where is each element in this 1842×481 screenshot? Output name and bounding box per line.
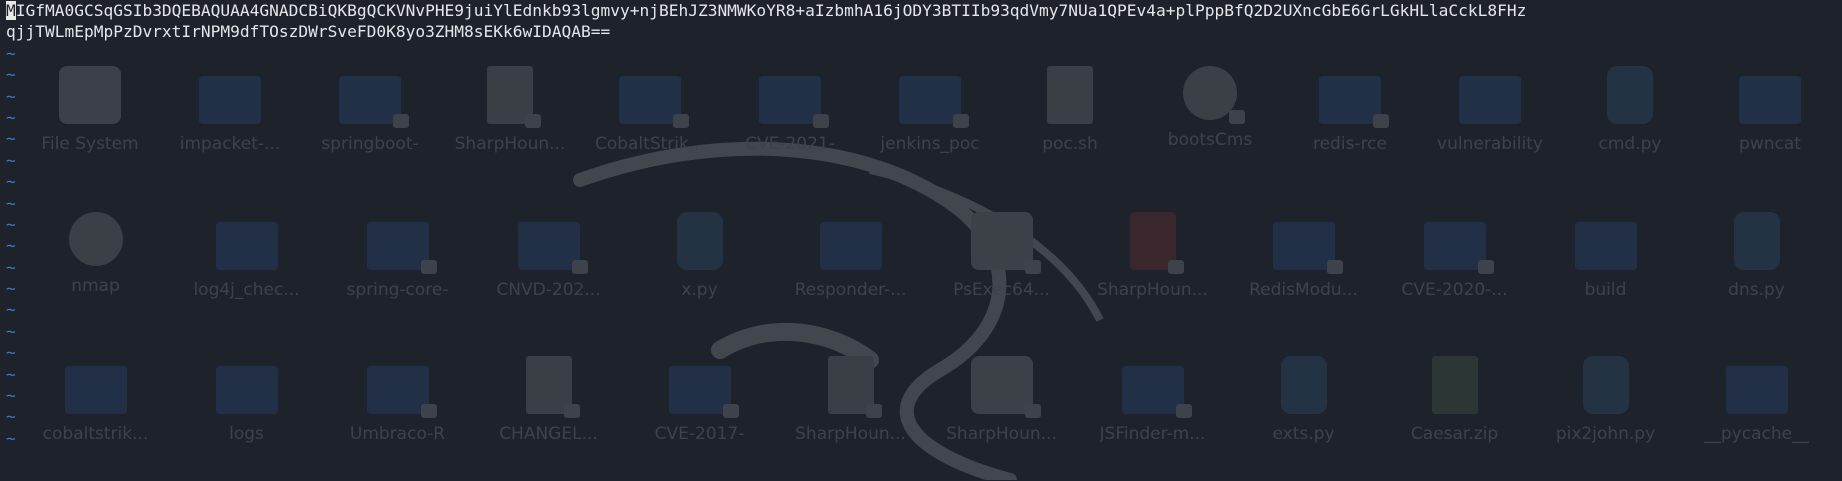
tilde-marker: ~ <box>6 364 16 384</box>
tilde-marker: ~ <box>6 321 16 341</box>
terminal-window[interactable]: File System impacket-... springboot- SharpH… <box>0 0 1842 481</box>
tilde-marker: ~ <box>6 172 16 192</box>
tilde-marker: ~ <box>6 407 16 427</box>
editor-line-1[interactable]: MIGfMA0GCSqGSIb3DQEBAQUAA4GNADCBiQKBgQCK… <box>0 0 1842 21</box>
tilde-marker: ~ <box>6 150 16 170</box>
line-1-text: IGfMA0GCSqGSIb3DQEBAQUAA4GNADCBiQKBgQCKV… <box>15 1 1527 20</box>
tilde-marker: ~ <box>6 193 16 213</box>
tilde-marker: ~ <box>6 236 16 256</box>
vim-editor[interactable]: MIGfMA0GCSqGSIb3DQEBAQUAA4GNADCBiQKBgQCK… <box>0 0 1842 481</box>
tilde-marker: ~ <box>6 300 16 320</box>
tilde-marker: ~ <box>6 428 16 448</box>
text-cursor: M <box>6 1 16 20</box>
tilde-marker: ~ <box>6 214 16 234</box>
tilde-marker: ~ <box>6 107 16 127</box>
tilde-marker: ~ <box>6 129 16 149</box>
tilde-marker: ~ <box>6 43 16 63</box>
empty-line-markers: ~ ~ ~ ~ ~ ~ ~ ~ ~ ~ ~ ~ ~ ~ ~ ~ ~ ~ ~ <box>0 43 1842 449</box>
tilde-marker: ~ <box>6 86 16 106</box>
line-2-text: qjjTWLmEpMpPzDvrxtIrNPM9dfTOszDWrSveFD0K… <box>6 22 611 42</box>
tilde-marker: ~ <box>6 257 16 277</box>
editor-line-2[interactable]: qjjTWLmEpMpPzDvrxtIrNPM9dfTOszDWrSveFD0K… <box>0 21 1842 42</box>
tilde-marker: ~ <box>6 279 16 299</box>
tilde-marker: ~ <box>6 386 16 406</box>
tilde-marker: ~ <box>6 343 16 363</box>
tilde-marker: ~ <box>6 65 16 85</box>
